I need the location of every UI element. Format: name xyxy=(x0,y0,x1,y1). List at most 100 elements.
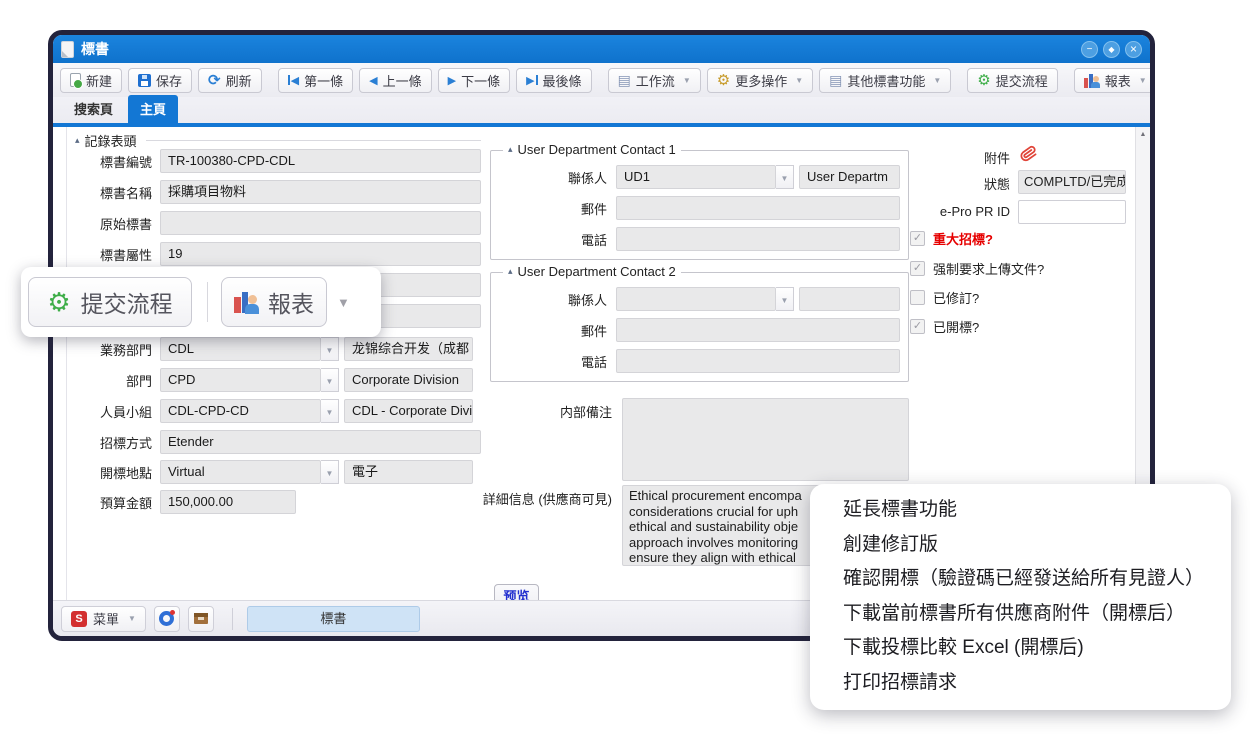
menu-item-confirm-opening[interactable]: 確認開標（驗證碼已經發送給所有見證人） xyxy=(810,562,1231,597)
app-shortcut-button[interactable] xyxy=(153,605,180,632)
field-label: 郵件 xyxy=(580,323,607,339)
paperclip-icon[interactable] xyxy=(1019,144,1038,166)
close-button[interactable]: × xyxy=(1125,40,1142,58)
dropdown-arrow-button[interactable]: ▼ xyxy=(776,165,794,189)
dropdown-arrow-button[interactable]: ▼ xyxy=(321,368,339,392)
dropdown-arrow-button[interactable]: ▼ xyxy=(776,287,794,311)
tender-name-field[interactable]: 採購項目物料 xyxy=(160,180,481,204)
field-label: 聯係人 xyxy=(567,292,607,308)
contact1-email-row: 郵件 xyxy=(491,196,908,220)
collapse-triangle-icon: ▴ xyxy=(508,144,513,154)
open-task-tender[interactable]: 標書 xyxy=(246,605,420,632)
field-label: 電話 xyxy=(580,232,607,248)
field-label: 原始標書 xyxy=(99,216,152,232)
dropdown-arrow-button[interactable]: ▼ xyxy=(321,399,339,423)
new-button[interactable]: 新建 xyxy=(60,67,123,93)
field-row-original-tender: 原始標書 xyxy=(75,211,481,235)
field-label: 招標方式 xyxy=(99,435,152,451)
epro-pr-id-field[interactable] xyxy=(1018,200,1126,224)
internal-note-textarea[interactable] xyxy=(622,398,909,481)
checkbox-label: 已修訂? xyxy=(933,291,980,306)
workflow-dropdown-button[interactable]: ▤ 工作流 ▼ xyxy=(607,67,701,93)
checkbox-row-mandatory-upload: ✓ 强制要求上傳文件? xyxy=(910,259,1044,278)
scroll-up-icon[interactable]: ▲ xyxy=(1136,127,1150,142)
status-label: 狀態 xyxy=(983,177,1010,192)
submit-process-large-button[interactable]: ⚙ 提交流程 xyxy=(28,277,192,327)
reports-dropdown-button[interactable]: 報表 ▼ xyxy=(1073,67,1150,93)
checkbox-revised[interactable] xyxy=(910,290,925,305)
contact1-legend[interactable]: ▴ User Department Contact 1 xyxy=(503,142,681,157)
contact2-email-field[interactable] xyxy=(616,318,900,342)
report-chart-icon xyxy=(1083,73,1100,88)
maximize-button[interactable]: ◆ xyxy=(1103,40,1120,58)
contact1-fieldset: ▴ User Department Contact 1 聯係人 UD1 ▼ Us… xyxy=(490,142,909,260)
reports-context-menu: 延長標書功能 創建修訂版 確認開標（驗證碼已經發送給所有見證人） 下載當前標書所… xyxy=(810,484,1231,710)
dept-desc: Corporate Division xyxy=(344,368,473,392)
tab-search-page[interactable]: 搜索頁 xyxy=(62,95,125,123)
menu-button[interactable]: S 菜單 ▼ xyxy=(61,605,146,632)
menu-item-create-revision[interactable]: 創建修訂版 xyxy=(810,528,1231,563)
dept-select[interactable]: CPD xyxy=(160,368,321,392)
last-icon: ▶ xyxy=(526,74,538,87)
preview-button[interactable]: 预览 xyxy=(494,584,539,600)
field-label: 預算金額 xyxy=(99,495,152,511)
checkbox-major-tender[interactable]: ✓ xyxy=(910,231,925,246)
more-operations-dropdown-button[interactable]: ⚙ 更多操作 ▼ xyxy=(706,67,814,93)
contact2-person-row: 聯係人 ▼ xyxy=(491,287,908,311)
business-dept-select[interactable]: CDL xyxy=(160,337,321,361)
menu-item-extend-tender[interactable]: 延長標書功能 xyxy=(810,493,1231,528)
field-row-dept: 部門 CPD ▼ Corporate Division xyxy=(75,368,481,392)
submit-process-button[interactable]: ⚙ 提交流程 xyxy=(967,67,1058,93)
tender-attr-field[interactable]: 19 xyxy=(160,242,481,266)
panel-divider xyxy=(66,127,67,600)
other-tender-functions-dropdown-button[interactable]: ▤ 其他標書功能 ▼ xyxy=(819,67,952,93)
dropdown-arrow-button[interactable]: ▼ xyxy=(321,337,339,361)
business-dept-desc: 龙锦综合开发（成都 xyxy=(344,337,473,361)
field-row-tender-no: 標書編號 TR-100380-CPD-CDL xyxy=(75,149,481,173)
gear-icon: ⚙ xyxy=(977,71,991,89)
tender-method-field[interactable]: Etender xyxy=(160,430,481,454)
menu-item-print-tender-request[interactable]: 打印招標請求 xyxy=(810,666,1231,701)
refresh-button[interactable]: ⟳ 刷新 xyxy=(198,67,262,93)
checkbox-row-major-tender: ✓ 重大招標? xyxy=(910,229,993,248)
field-label: 人員小組 xyxy=(99,404,152,420)
budget-field[interactable]: 150,000.00 xyxy=(160,490,296,514)
tab-main-page[interactable]: 主頁 xyxy=(128,95,179,123)
original-tender-field[interactable] xyxy=(160,211,481,235)
first-record-button[interactable]: ◀ 第一條 xyxy=(277,67,354,93)
next-record-button[interactable]: ▶ 下一條 xyxy=(437,67,511,93)
field-label: 聯係人 xyxy=(567,170,607,186)
contact1-person-select[interactable]: UD1 xyxy=(616,165,776,189)
previous-icon: ◀ xyxy=(369,74,378,87)
app-logo-icon: S xyxy=(71,610,87,627)
save-button[interactable]: 保存 xyxy=(128,67,193,93)
field-label: 開標地點 xyxy=(99,465,152,481)
field-label: 電話 xyxy=(580,354,607,370)
dropdown-arrow-button[interactable]: ▼ xyxy=(321,460,339,484)
previous-record-button[interactable]: ◀ 上一條 xyxy=(359,67,432,93)
minimize-button[interactable]: − xyxy=(1081,40,1098,58)
contact1-phone-field[interactable] xyxy=(616,227,900,251)
checkbox-label: 强制要求上傳文件? xyxy=(933,262,1045,277)
field-label: 部門 xyxy=(125,373,152,389)
tender-no-field[interactable]: TR-100380-CPD-CDL xyxy=(160,149,481,173)
last-record-button[interactable]: ▶ 最後條 xyxy=(516,67,592,93)
attachments-label: 附件 xyxy=(983,151,1010,166)
contact1-email-field[interactable] xyxy=(616,196,900,220)
field-label: 業務部門 xyxy=(99,342,152,358)
window-controls: − ◆ × xyxy=(1081,40,1142,58)
document-icon xyxy=(61,40,74,58)
opening-venue-select[interactable]: Virtual xyxy=(160,460,321,484)
menu-item-download-supplier-attachments[interactable]: 下載當前標書所有供應商附件（開標后） xyxy=(810,597,1231,632)
contact2-phone-field[interactable] xyxy=(616,349,900,373)
checkbox-opened[interactable]: ✓ xyxy=(910,319,925,334)
package-shortcut-button[interactable] xyxy=(187,605,214,632)
reports-large-button[interactable]: 報表 xyxy=(221,277,327,327)
menu-item-download-bid-comparison[interactable]: 下載投標比較 Excel (開標后) xyxy=(810,631,1231,666)
contact2-person-select[interactable] xyxy=(616,287,776,311)
checkbox-mandatory-upload[interactable]: ✓ xyxy=(910,261,925,276)
record-header-section[interactable]: ▴ 記錄表頭 xyxy=(75,131,481,150)
staff-group-select[interactable]: CDL-CPD-CD xyxy=(160,399,321,423)
contact2-legend[interactable]: ▴ User Department Contact 2 xyxy=(503,264,681,279)
field-row-tender-method: 招標方式 Etender xyxy=(75,430,481,454)
